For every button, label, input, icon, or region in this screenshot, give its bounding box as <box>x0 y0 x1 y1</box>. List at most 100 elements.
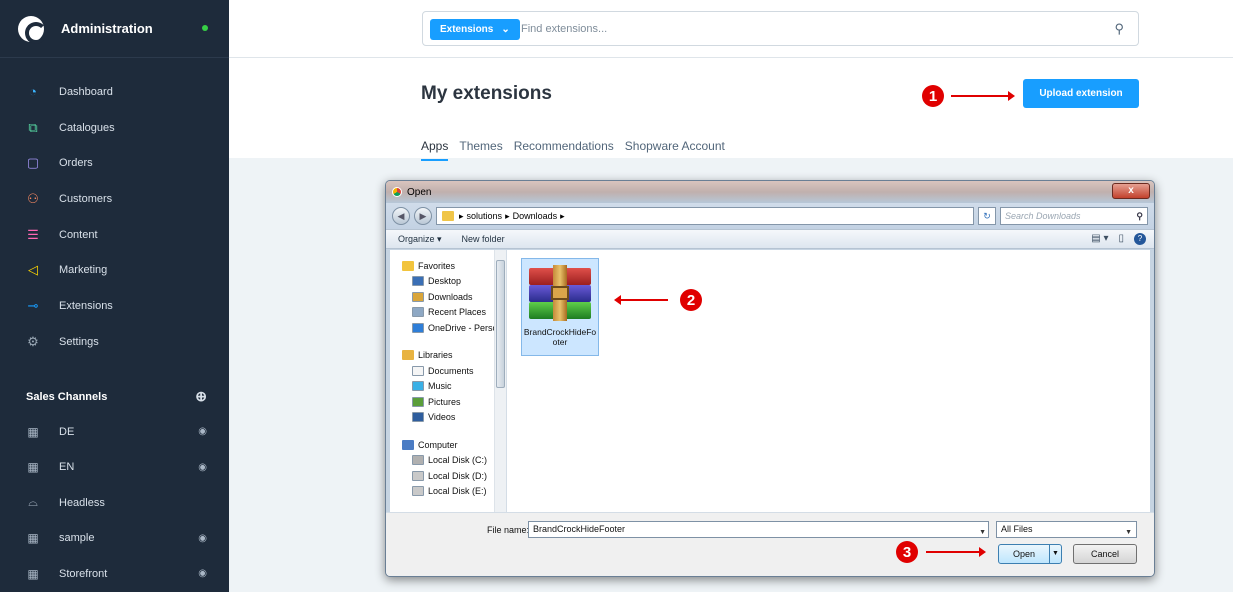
breadcrumb-separator-icon: ▸ <box>560 210 565 221</box>
sidebar-item-label: Marketing <box>59 264 108 277</box>
tab-shopware-account[interactable]: Shopware Account <box>625 139 725 161</box>
file-type-select[interactable]: All Files ▼ <box>996 521 1137 538</box>
eye-icon[interactable]: ◉ <box>198 568 207 579</box>
nav-group-label: Favorites <box>418 260 456 271</box>
search-downloads-input[interactable]: Search Downloads ⚲ <box>1000 207 1148 225</box>
tab-recommendations[interactable]: Recommendations <box>514 139 614 161</box>
sales-channel-de[interactable]: ▦ DE ◉ <box>0 414 229 450</box>
nav-group-libraries[interactable]: Libraries <box>390 348 506 364</box>
close-button[interactable]: x <box>1112 183 1150 199</box>
path-breadcrumb[interactable]: ▸ solutions ▸ Downloads ▸ <box>436 207 974 225</box>
catalogue-icon: ⧉ <box>28 119 38 135</box>
sidebar-item-orders[interactable]: ▢ Orders <box>0 145 229 181</box>
folder-icon <box>412 396 424 407</box>
nav-item-desktop[interactable]: Desktop <box>390 274 506 290</box>
tab-bar: Apps Themes Recommendations Shopware Accoun… <box>421 139 725 161</box>
preview-pane-icon[interactable]: ▯ <box>1118 233 1124 245</box>
forward-arrow-icon[interactable]: ▶ <box>414 207 432 225</box>
nav-group-label: Libraries <box>418 350 453 361</box>
open-file-dialog: Open x ◀ ▶ ▸ solutions ▸ Downloads ▸ ↻ S… <box>385 180 1155 577</box>
nav-item-local-disk-e-[interactable]: Local Disk (E:) <box>390 484 506 500</box>
nav-item-music[interactable]: Music <box>390 379 506 395</box>
nav-item-local-disk-d-[interactable]: Local Disk (D:) <box>390 468 506 484</box>
sidebar-item-catalogues[interactable]: ⧉ Catalogues <box>0 110 229 146</box>
breadcrumb-downloads[interactable]: Downloads <box>513 211 558 221</box>
sidebar-item-marketing[interactable]: ◁ Marketing <box>0 252 229 288</box>
sidebar-item-customers[interactable]: ⚇ Customers <box>0 181 229 217</box>
search-icon[interactable]: ⚲ <box>1114 21 1124 37</box>
nav-item-label: Desktop <box>428 276 462 287</box>
file-name-input[interactable]: BrandCrockHideFooter ▼ <box>528 521 989 538</box>
breadcrumb-solutions[interactable]: solutions <box>467 211 503 221</box>
eye-icon[interactable]: ◉ <box>198 533 207 544</box>
back-arrow-icon[interactable]: ◀ <box>392 207 410 225</box>
organize-menu[interactable]: Organize ▾ <box>398 234 442 245</box>
search-bar[interactable]: Extensions ⌄ Find extensions... ⚲ <box>422 11 1139 46</box>
cancel-button[interactable]: Cancel <box>1073 544 1137 564</box>
annotation-badge-1: 1 <box>922 85 944 107</box>
nav-item-downloads[interactable]: Downloads <box>390 289 506 305</box>
libraries-icon <box>402 350 414 361</box>
search-type-button[interactable]: Extensions ⌄ <box>430 19 520 40</box>
sales-channel-en[interactable]: ▦ EN ◉ <box>0 450 229 486</box>
sales-channel-label: Headless <box>59 496 105 509</box>
nav-item-label: Recent Places <box>428 307 487 318</box>
sales-channel-storefront[interactable]: ▦ Storefront ◉ <box>0 556 229 592</box>
nav-item-documents[interactable]: Documents <box>390 363 506 379</box>
file-item-brandcrockhidefooter[interactable]: BrandCrockHideFooter <box>521 258 599 356</box>
help-icon[interactable]: ? <box>1134 233 1146 245</box>
sidebar-item-extensions[interactable]: ⊸ Extensions <box>0 288 229 324</box>
sales-channel-headless[interactable]: ⌓ Headless <box>0 485 229 521</box>
file-name-value: BrandCrockHideFooter <box>533 524 626 534</box>
sales-channel-sample[interactable]: ▦ sample ◉ <box>0 521 229 557</box>
annotation-arrow-3 <box>926 547 986 557</box>
sidebar-item-label: Catalogues <box>59 121 115 134</box>
nav-item-pictures[interactable]: Pictures <box>390 394 506 410</box>
nav-scrollbar[interactable] <box>494 250 506 512</box>
sidebar-item-content[interactable]: ☰ Content <box>0 217 229 253</box>
folder-icon <box>412 486 424 497</box>
nav-item-videos[interactable]: Videos <box>390 410 506 426</box>
content-icon: ☰ <box>27 226 39 242</box>
dialog-title: Open <box>407 186 432 198</box>
search-type-label: Extensions <box>440 24 494 35</box>
annotation-badge-2: 2 <box>680 289 702 311</box>
sidebar-item-settings[interactable]: ⚙ Settings <box>0 324 229 360</box>
nav-item-recent-places[interactable]: Recent Places <box>390 305 506 321</box>
status-dot <box>202 25 208 31</box>
open-options-chevron-icon[interactable]: ▼ <box>1049 545 1061 563</box>
nav-group-computer[interactable]: Computer <box>390 437 506 453</box>
file-name-label: File name: <box>487 525 530 535</box>
upload-extension-button[interactable]: Upload extension <box>1023 79 1139 108</box>
eye-icon[interactable]: ◉ <box>198 462 207 473</box>
view-options-icon[interactable]: ▤ ▾ <box>1091 233 1108 245</box>
folder-icon <box>412 412 424 423</box>
extensions-icon: ⊸ <box>27 297 39 313</box>
nav-item-label: Local Disk (C:) <box>428 455 488 466</box>
folder-icon <box>442 211 454 221</box>
dialog-footer: File name: BrandCrockHideFooter ▼ All Fi… <box>386 512 1154 576</box>
chevron-down-icon[interactable]: ▼ <box>979 525 986 540</box>
sales-channel-label: EN <box>59 461 75 474</box>
new-folder-button[interactable]: New folder <box>462 234 505 244</box>
scroll-thumb[interactable] <box>496 260 505 388</box>
nav-item-local-disk-c-[interactable]: Local Disk (C:) <box>390 453 506 469</box>
refresh-icon[interactable]: ↻ <box>978 207 996 225</box>
sidebar-item-dashboard[interactable]: ◔ Dashboard <box>0 74 229 110</box>
shopware-logo[interactable] <box>18 15 47 44</box>
nav-item-onedrive-perso[interactable]: OneDrive - Perso <box>390 320 506 336</box>
tab-themes[interactable]: Themes <box>459 139 502 161</box>
sales-channel-label: DE <box>59 425 75 438</box>
nav-group-favorites[interactable]: Favorites <box>390 258 506 274</box>
sales-channel-list: ▦ DE ◉ ▦ EN ◉ ⌓ Headless ▦ sample ◉ ▦ Storefront ◉ <box>0 414 229 592</box>
sidebar-title: Administration <box>61 21 153 36</box>
open-button[interactable]: Open ▼ <box>998 544 1062 564</box>
nav-item-label: Pictures <box>428 396 461 407</box>
dashboard-icon: ◔ <box>29 84 37 100</box>
eye-icon[interactable]: ◉ <box>198 426 207 437</box>
breadcrumb-separator-icon: ▸ <box>459 210 464 221</box>
tab-apps[interactable]: Apps <box>421 139 449 161</box>
file-label: BrandCrockHideFooter <box>523 327 597 347</box>
search-input[interactable]: Find extensions... <box>521 23 607 35</box>
add-sales-channel-icon[interactable]: ⊕ <box>195 388 207 405</box>
